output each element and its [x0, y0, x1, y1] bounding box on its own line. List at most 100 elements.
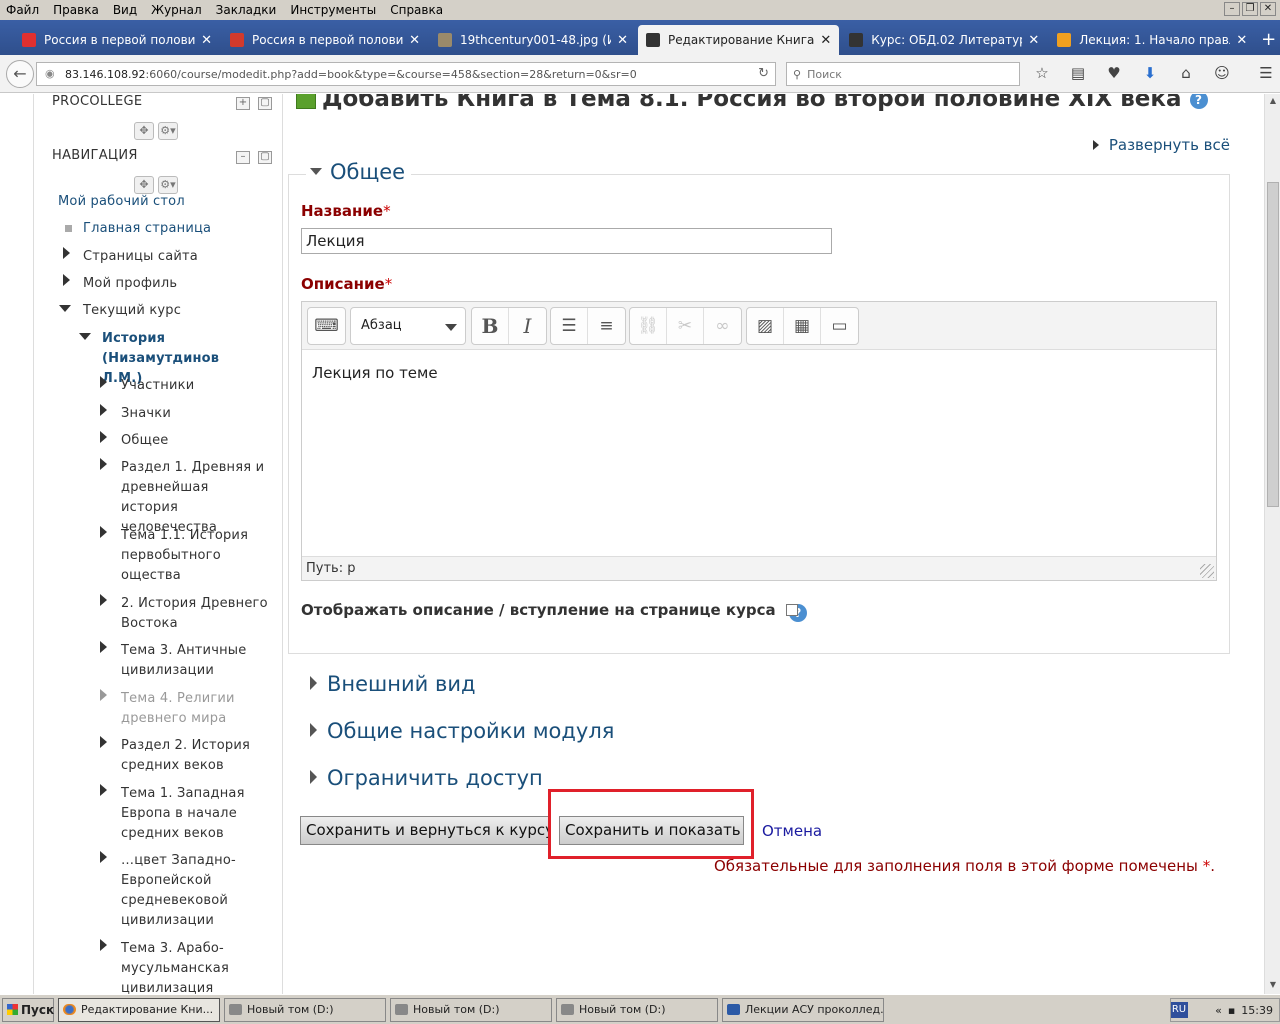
nav-home[interactable]: Главная страница: [83, 219, 211, 239]
link-icon[interactable]: ⛓: [630, 308, 667, 344]
menu-edit[interactable]: Правка: [53, 3, 99, 17]
chat-icon[interactable]: ☺: [1210, 64, 1234, 82]
section-common-module-settings[interactable]: Общие настройки модуля: [310, 719, 614, 743]
back-arrow-icon[interactable]: ←: [6, 59, 34, 88]
close-tab-icon[interactable]: ✕: [1028, 33, 1039, 48]
browser-tab[interactable]: Курс: ОБД.02 Литература ✕: [841, 25, 1047, 55]
browser-tab[interactable]: Россия в первой половине... ✕: [222, 25, 428, 55]
add-block-icon[interactable]: +: [236, 97, 250, 110]
expand-arrow-icon[interactable]: [100, 939, 107, 951]
page-scrollbar[interactable]: ▲ ▼: [1264, 94, 1280, 994]
collapse-arrow-icon[interactable]: [79, 333, 91, 340]
nav-section[interactable]: Раздел 2. История средних веков: [121, 736, 251, 776]
menu-bookmarks[interactable]: Закладки: [216, 3, 277, 17]
download-arrow-icon[interactable]: ⬇: [1138, 64, 1162, 82]
move-icon[interactable]: ✥: [134, 122, 154, 140]
nav-site-pages[interactable]: Страницы сайта: [83, 247, 198, 267]
nav-section[interactable]: Тема 3. Античные цивилизации: [121, 641, 251, 681]
scroll-up-icon[interactable]: ▲: [1267, 96, 1279, 108]
nav-section[interactable]: 2. История Древнего Востока: [121, 594, 269, 634]
expand-arrow-icon[interactable]: [100, 689, 107, 701]
expand-arrow-icon[interactable]: [100, 376, 107, 388]
scrollbar-thumb[interactable]: [1267, 182, 1279, 507]
reading-list-icon[interactable]: ▤: [1066, 64, 1090, 82]
nav-section[interactable]: …цвет Западно-Европейской средневековой …: [121, 851, 241, 931]
paragraph-format-select[interactable]: Абзац: [350, 307, 466, 345]
nav-badges[interactable]: Значки: [121, 404, 171, 424]
file-manage-icon[interactable]: ▭: [821, 308, 858, 344]
resize-grip-icon[interactable]: [1200, 564, 1214, 578]
close-tab-icon[interactable]: ✕: [409, 33, 420, 48]
close-tab-icon[interactable]: ✕: [617, 33, 628, 48]
menu-file[interactable]: Файл: [6, 3, 39, 17]
reload-icon[interactable]: ↻: [758, 66, 769, 81]
nav-section-hidden[interactable]: Тема 4. Религии древнего мира: [121, 689, 251, 729]
minimize-icon[interactable]: –: [1224, 2, 1240, 16]
cancel-link[interactable]: Отмена: [762, 822, 822, 840]
scroll-down-icon[interactable]: ▼: [1267, 980, 1279, 992]
italic-icon[interactable]: I: [509, 308, 546, 344]
clock[interactable]: 15:39: [1241, 1004, 1273, 1017]
nav-my-profile[interactable]: Мой профиль: [83, 274, 177, 294]
start-button[interactable]: Пуск: [2, 997, 54, 1022]
dock-icon[interactable]: ▢: [258, 151, 272, 164]
expand-arrow-icon[interactable]: [100, 641, 107, 653]
close-tab-icon[interactable]: ✕: [201, 33, 212, 48]
nav-section[interactable]: Тема 1.1. История первобытного ощества: [121, 526, 251, 586]
numbered-list-icon[interactable]: ≡: [588, 308, 625, 344]
new-tab-icon[interactable]: +: [1257, 25, 1280, 55]
network-icon[interactable]: ▪: [1228, 1004, 1235, 1017]
taskbar-word[interactable]: Лекции АСУ проколлед...: [722, 997, 884, 1022]
menu-hamburger-icon[interactable]: ☰: [1254, 64, 1278, 82]
toolbar-toggle-icon[interactable]: ⌨: [308, 308, 345, 344]
show-description-checkbox[interactable]: [786, 604, 798, 616]
browser-tab-active[interactable]: Редактирование Книга ✕: [638, 25, 840, 55]
browser-tab[interactable]: Россия в первой половине... ✕: [14, 25, 220, 55]
close-tab-icon[interactable]: ✕: [820, 33, 831, 48]
taskbar-firefox[interactable]: Редактирование Кни...: [58, 997, 220, 1022]
expand-arrow-icon[interactable]: [100, 404, 107, 416]
expand-arrow-icon[interactable]: [63, 247, 70, 259]
section-restrict-access[interactable]: Ограничить доступ: [310, 766, 543, 790]
menu-view[interactable]: Вид: [113, 3, 137, 17]
tray-expand-icon[interactable]: «: [1215, 1004, 1222, 1017]
editor-text[interactable]: Лекция по теме: [312, 364, 438, 382]
nav-general[interactable]: Общее: [121, 431, 169, 451]
nav-participants[interactable]: Участники: [121, 376, 194, 396]
close-tab-icon[interactable]: ✕: [1236, 33, 1247, 48]
nav-section[interactable]: Тема 1. Западная Европа в начале средних…: [121, 784, 251, 844]
search-input[interactable]: ⚲ Поиск: [786, 62, 1020, 86]
nav-dashboard[interactable]: Мой рабочий стол: [58, 192, 185, 212]
collapse-arrow-icon[interactable]: [59, 305, 71, 312]
menu-help[interactable]: Справка: [390, 3, 443, 17]
auto-link-icon[interactable]: ∞: [704, 308, 741, 344]
save-and-return-button[interactable]: Сохранить и вернуться к курсу: [300, 816, 549, 845]
nav-section[interactable]: Тема 3. Арабо-мусульманская цивилизация: [121, 939, 241, 994]
browser-tab[interactable]: 19thcentury001-48.jpg (Из... ✕: [430, 25, 636, 55]
close-window-icon[interactable]: ✕: [1260, 2, 1276, 16]
url-bar[interactable]: ◉ 83.146.108.92:6060/course/modedit.php?…: [36, 62, 776, 86]
bookmark-star-icon[interactable]: ☆: [1030, 64, 1054, 82]
menu-tools[interactable]: Инструменты: [290, 3, 376, 17]
collapse-block-icon[interactable]: –: [236, 151, 250, 164]
home-icon[interactable]: ⌂: [1174, 64, 1198, 82]
help-icon[interactable]: ?: [1189, 94, 1208, 109]
expand-all-link[interactable]: Развернуть всё: [1092, 136, 1230, 154]
dock-icon[interactable]: ▢: [258, 97, 272, 110]
nav-current-course[interactable]: Текущий курс: [83, 301, 181, 321]
taskbar-explorer[interactable]: Новый том (D:): [224, 997, 386, 1022]
section-appearance[interactable]: Внешний вид: [310, 672, 476, 696]
expand-arrow-icon[interactable]: [100, 594, 107, 606]
settings-gear-icon[interactable]: ⚙▾: [158, 122, 178, 140]
taskbar-explorer[interactable]: Новый том (D:): [390, 997, 552, 1022]
menu-history[interactable]: Журнал: [151, 3, 202, 17]
pocket-icon[interactable]: ♥: [1102, 64, 1126, 82]
expand-arrow-icon[interactable]: [100, 526, 107, 538]
expand-arrow-icon[interactable]: [100, 784, 107, 796]
name-input[interactable]: Лекция: [301, 228, 832, 254]
general-legend[interactable]: Общее: [306, 160, 412, 184]
browser-tab[interactable]: Лекция: 1. Начало правле... ✕: [1049, 25, 1255, 55]
expand-arrow-icon[interactable]: [63, 274, 70, 286]
bullet-list-icon[interactable]: ☰: [551, 308, 588, 344]
bold-icon[interactable]: B: [472, 308, 509, 344]
